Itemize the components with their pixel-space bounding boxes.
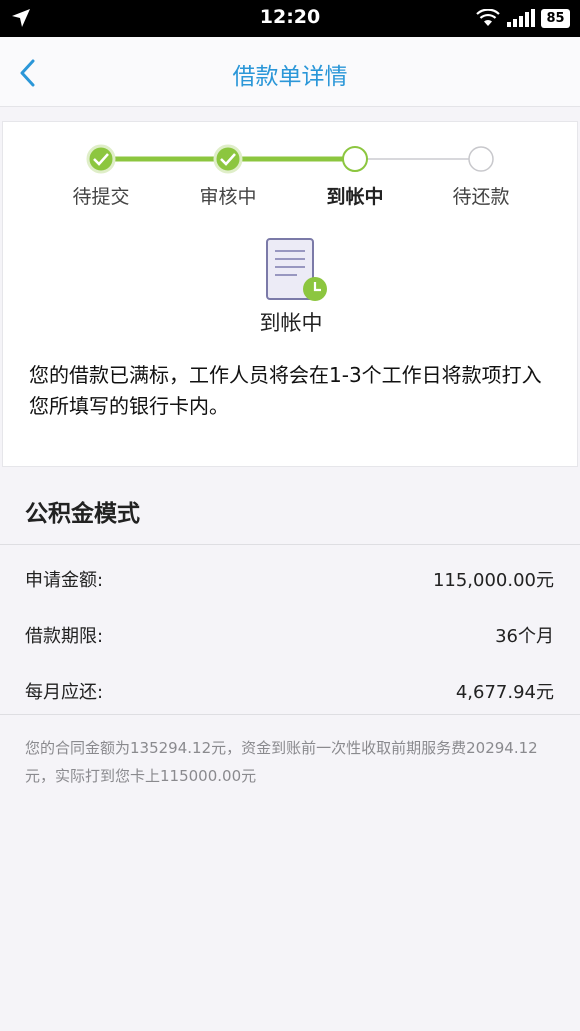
step-1-label: 待提交 (72, 186, 130, 208)
mode-title: 公积金模式 (25, 501, 140, 527)
detail-row-term: 借款期限: 36个月 (0, 604, 580, 660)
step-3-label: 到帐中 (326, 186, 384, 208)
status-description: 您的借款已满标，工作人员将会在1-3个工作日将款项打入您所填写的银行卡内。 (29, 363, 542, 418)
detail-row-monthly: 每月应还: 4,677.94元 (0, 660, 580, 716)
step-3-current-icon (342, 146, 368, 172)
step-4-pending-icon (468, 146, 494, 172)
detail-value: 4,677.94元 (455, 682, 554, 703)
detail-row-amount: 申请金额: 115,000.00元 (0, 548, 580, 604)
detail-label: 每月应还: (25, 682, 104, 703)
status-card: 待提交 审核中 到帐中 待还款 到帐中 您的借款已满标，工作人员将会在1-3个工… (2, 121, 578, 467)
step-2-done-icon (213, 144, 243, 174)
page-title: 借款单详情 (232, 64, 348, 90)
signal-icon (507, 9, 535, 27)
divider (0, 544, 580, 545)
detail-value: 36个月 (495, 626, 554, 647)
detail-label: 借款期限: (25, 626, 104, 647)
nav-bar: 借款单详情 (0, 37, 580, 107)
detail-label: 申请金额: (25, 570, 104, 591)
document-clock-icon (266, 238, 327, 301)
step-1-done-icon (86, 144, 116, 174)
contract-note: 您的合同金额为135294.12元，资金到账前一次性收取前期服务费20294.1… (25, 739, 538, 785)
progress-steps (86, 144, 494, 174)
divider (0, 714, 580, 715)
step-4-label: 待还款 (452, 186, 510, 208)
wifi-icon (476, 9, 500, 26)
step-2-label: 审核中 (199, 186, 257, 208)
status-title: 到帐中 (259, 311, 323, 335)
battery-indicator: 85 (541, 9, 570, 28)
detail-value: 115,000.00元 (432, 570, 554, 591)
status-bar: 12:20 85 (0, 0, 580, 37)
